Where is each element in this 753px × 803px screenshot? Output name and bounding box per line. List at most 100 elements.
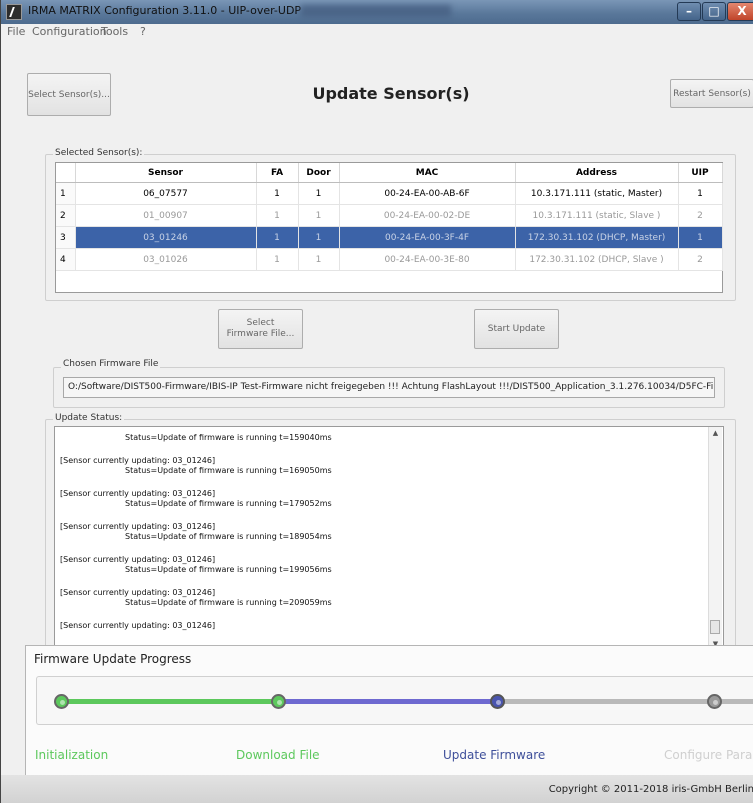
address-cell: 10.3.171.111 (static, Slave ) — [515, 204, 679, 227]
mac-cell: 00-24-EA-00-3E-80 — [339, 248, 516, 271]
close-button[interactable]: X — [727, 2, 753, 21]
fa-cell: 1 — [256, 182, 299, 205]
copyright-text: Copyright © 2011-2018 iris-GmbH Berlin — [548, 784, 753, 795]
sensor-cell: 03_01026 — [75, 248, 257, 271]
column-header-address[interactable]: Address — [515, 163, 679, 183]
status-bar: Copyright © 2011-2018 iris-GmbH Berlin — [1, 775, 753, 803]
app-window: IRMA MATRIX Configuration 3.11.0 - UIP-o… — [0, 0, 753, 803]
sensors-label: Selected Sensor(s): — [53, 148, 145, 158]
door-cell: 1 — [298, 182, 340, 205]
uip-cell: 2 — [678, 248, 723, 271]
log-line: Status=Update of firmware is running t=1… — [125, 565, 332, 574]
status-label: Update Status: — [53, 413, 125, 423]
log-line: [Sensor currently updating: 03_01246] — [60, 489, 216, 498]
log-line: [Sensor currently updating: 03_01246] — [60, 621, 216, 630]
restart-sensor-button[interactable]: Restart Sensor(s) — [670, 79, 753, 108]
mac-cell: 00-24-EA-00-02-DE — [339, 204, 516, 227]
table-row[interactable]: 1 06_07577 1 1 00-24-EA-00-AB-6F 10.3.17… — [56, 182, 723, 205]
select-sensors-button[interactable]: Select Sensor(s)... — [27, 73, 111, 116]
progress-segment-done — [61, 699, 276, 704]
step-node-configure — [707, 694, 722, 709]
menu-configuration[interactable]: Configuration — [32, 25, 107, 38]
column-header-door[interactable]: Door — [298, 163, 340, 183]
row-number: 4 — [56, 248, 76, 271]
uip-cell: 1 — [678, 182, 723, 205]
select-firmware-label-line1: Select — [246, 318, 275, 328]
step-label-initialization: Initialization — [35, 748, 109, 762]
log-line: Status=Update of firmware is running t=1… — [125, 433, 332, 442]
firmware-path-field[interactable]: O:/Software/DIST500-Firmware/IBIS-IP Tes… — [63, 377, 715, 398]
log-scrollbar[interactable]: ▲ ▼ — [708, 427, 722, 651]
row-number: 2 — [56, 204, 76, 227]
firmware-label: Chosen Firmware File — [61, 359, 161, 369]
step-node-update — [490, 694, 505, 709]
firmware-progress-panel: Firmware Update Progress Initialization … — [25, 645, 753, 777]
menu-file[interactable]: File — [7, 25, 25, 38]
log-line: Status=Update of firmware is running t=1… — [125, 466, 332, 475]
scroll-thumb[interactable] — [710, 620, 720, 634]
door-cell: 1 — [298, 248, 340, 271]
scroll-up-arrow-icon[interactable]: ▲ — [709, 427, 722, 440]
uip-cell: 2 — [678, 204, 723, 227]
uip-cell: 1 — [678, 226, 723, 249]
select-firmware-button[interactable]: Select Firmware File... — [218, 309, 303, 349]
sensor-cell: 06_07577 — [75, 182, 257, 205]
column-header-fa[interactable]: FA — [256, 163, 299, 183]
title-bar[interactable]: IRMA MATRIX Configuration 3.11.0 - UIP-o… — [1, 0, 753, 24]
table-row-selected[interactable]: 3 03_01246 1 1 00-24-EA-00-3F-4F 172.30.… — [56, 226, 723, 249]
step-label-download: Download File — [236, 748, 320, 762]
address-cell: 10.3.171.111 (static, Master) — [515, 182, 679, 205]
table-row[interactable]: 2 01_00907 1 1 00-24-EA-00-02-DE 10.3.17… — [56, 204, 723, 227]
column-header-mac[interactable]: MAC — [339, 163, 516, 183]
log-line: [Sensor currently updating: 03_01246] — [60, 522, 216, 531]
log-line: [Sensor currently updating: 03_01246] — [60, 555, 216, 564]
maximize-button[interactable]: □ — [702, 2, 726, 21]
row-number: 1 — [56, 182, 76, 205]
column-header-sensor[interactable]: Sensor — [75, 163, 257, 183]
select-firmware-label-line2: Firmware File... — [226, 329, 295, 339]
door-cell: 1 — [298, 226, 340, 249]
row-number: 3 — [56, 226, 76, 249]
log-line: Status=Update of firmware is running t=2… — [125, 598, 332, 607]
log-line: [Sensor currently updating: 03_01246] — [60, 456, 216, 465]
menu-tools[interactable]: Tools — [101, 25, 128, 38]
mac-cell: 00-24-EA-00-AB-6F — [339, 182, 516, 205]
log-line: Status=Update of firmware is running t=1… — [125, 532, 332, 541]
app-icon — [6, 4, 22, 20]
fa-cell: 1 — [256, 204, 299, 227]
log-line: [Sensor currently updating: 03_01246] — [60, 588, 216, 597]
start-update-button[interactable]: Start Update — [474, 309, 559, 349]
sensor-cell: 03_01246 — [75, 226, 257, 249]
update-status-log[interactable]: Status=Update of firmware is running t=1… — [54, 426, 724, 654]
log-lines: Status=Update of firmware is running t=1… — [60, 433, 332, 631]
menu-help[interactable]: ? — [140, 25, 146, 38]
column-header-uip[interactable]: UIP — [678, 163, 723, 183]
minimize-button[interactable]: – — [677, 2, 701, 21]
step-label-update: Update Firmware — [443, 748, 546, 762]
table-row[interactable]: 4 03_01026 1 1 00-24-EA-00-3E-80 172.30.… — [56, 248, 723, 271]
mac-cell: 00-24-EA-00-3F-4F — [339, 226, 516, 249]
column-header[interactable] — [56, 163, 76, 183]
step-label-configure: Configure Parameters — [664, 748, 753, 762]
door-cell: 1 — [298, 204, 340, 227]
title-redaction — [301, 5, 451, 17]
step-node-download — [271, 694, 286, 709]
page-title: Update Sensor(s) — [312, 84, 470, 103]
step-node-initialization — [54, 694, 69, 709]
sensor-cell: 01_00907 — [75, 204, 257, 227]
menu-bar: File Configuration Tools ? — [1, 24, 753, 41]
fa-cell: 1 — [256, 248, 299, 271]
address-cell: 172.30.31.102 (DHCP, Master) — [515, 226, 679, 249]
fa-cell: 1 — [256, 226, 299, 249]
log-line: Status=Update of firmware is running t=1… — [125, 499, 332, 508]
progress-segment-active — [276, 699, 498, 704]
window-title: IRMA MATRIX Configuration 3.11.0 - UIP-o… — [28, 4, 302, 17]
address-cell: 172.30.31.102 (DHCP, Slave ) — [515, 248, 679, 271]
progress-title: Firmware Update Progress — [34, 652, 192, 666]
